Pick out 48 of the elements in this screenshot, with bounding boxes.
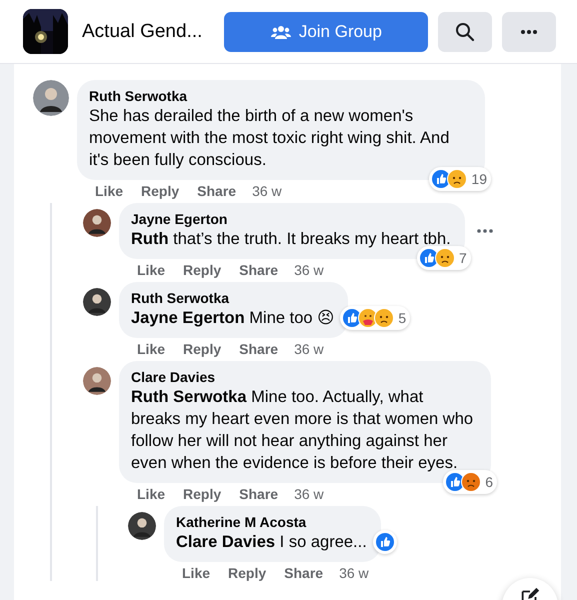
more-icon[interactable] [476,229,493,233]
more-icon [521,30,538,34]
timestamp[interactable]: 36 w [294,341,324,357]
reactions-badge[interactable]: 5 [340,306,410,330]
comment-action-link[interactable]: Share [189,183,244,199]
people-icon [270,24,291,40]
avatar[interactable] [128,512,156,540]
sad-reaction-icon [374,308,394,328]
comment-action-link[interactable]: Reply [175,262,230,278]
timestamp[interactable]: 36 w [339,565,369,581]
author-name[interactable]: Ruth Serwotka [89,87,471,105]
comment-action-link[interactable]: Like [174,565,218,581]
sad-reaction-icon [447,169,468,189]
timestamp[interactable]: 36 w [294,262,324,278]
join-group-button[interactable]: Join Group [224,12,428,52]
reactions-badge[interactable]: 6 [443,470,497,494]
timestamp[interactable]: 36 w [252,183,282,199]
angry-reaction-icon [461,472,482,492]
author-name[interactable]: Katherine M Acosta [176,513,367,531]
timestamp[interactable]: 36 w [294,486,324,502]
comment-action-link[interactable]: Share [231,486,286,502]
comment-action-link[interactable]: Like [129,486,174,502]
avatar[interactable] [83,288,111,316]
search-icon [455,22,476,42]
comment-action-link[interactable]: Share [231,262,286,278]
comment-action-link[interactable]: Like [87,183,132,199]
comment-action-link[interactable]: Reply [220,565,274,581]
avatar[interactable] [83,209,111,237]
avatar[interactable] [83,367,111,395]
comment-action-link[interactable]: Like [129,262,174,278]
comment-action-link[interactable]: Reply [175,341,230,357]
reactions-badge[interactable]: 19 [429,167,491,191]
comment-action-link[interactable]: Share [231,341,286,357]
sad-reaction-icon [434,248,455,268]
comment-text: Clare Davies I so agree... [176,532,367,553]
avatar[interactable] [33,80,69,116]
author-name[interactable]: Clare Davies [131,368,477,386]
group-name[interactable]: Actual Gend... [82,20,202,42]
search-button[interactable] [438,12,492,52]
author-name[interactable]: Ruth Serwotka [131,289,334,307]
reactions-badge[interactable]: 7 [416,246,471,270]
comment-action-link[interactable]: Reply [175,486,230,502]
comment-text: Jayne Egerton Mine too 😣 [131,308,334,329]
comment-action-link[interactable]: Share [276,565,332,581]
like-reaction-icon [374,532,395,552]
comment-action-link[interactable]: Reply [133,183,188,199]
comment-action-link[interactable]: Like [129,341,174,357]
author-name[interactable]: Jayne Egerton [131,210,451,228]
